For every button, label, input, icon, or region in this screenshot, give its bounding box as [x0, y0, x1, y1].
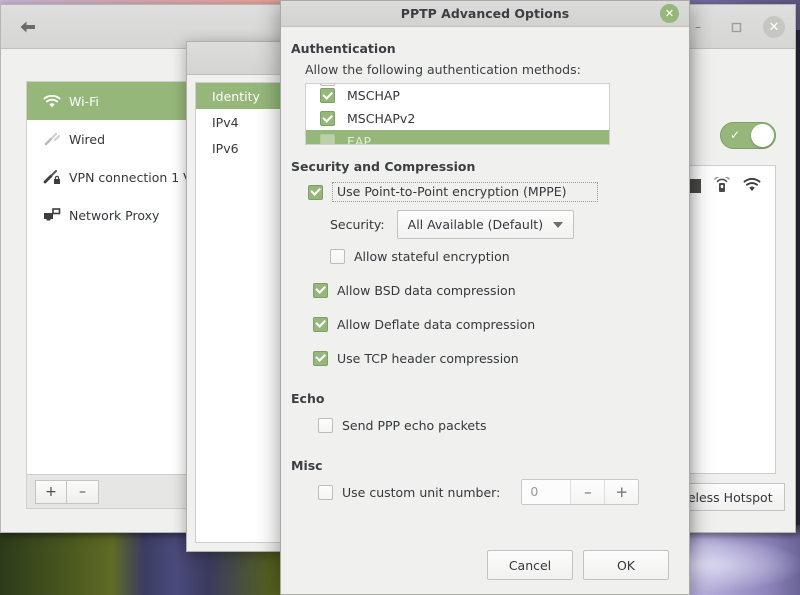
maximize-button[interactable] — [725, 16, 747, 38]
checkbox-icon[interactable] — [320, 111, 335, 126]
ppp-echo-row[interactable]: Send PPP echo packets — [318, 412, 669, 438]
bsd-compression-label: Allow BSD data compression — [337, 282, 516, 298]
checkbox-icon[interactable] — [313, 282, 328, 298]
security-combo-row: Security: All Available (Default) — [330, 210, 669, 239]
dialog-footer: Cancel OK — [281, 536, 689, 594]
spinner-decrement-button[interactable]: – — [570, 480, 605, 504]
stateful-encryption-row[interactable]: Allow stateful encryption — [330, 243, 669, 269]
security-select[interactable]: All Available (Default) — [396, 210, 575, 239]
auth-method-eap[interactable]: EAP — [306, 130, 609, 145]
wifi-strength-icon — [743, 177, 761, 195]
sidebar-item-label: Wi-Fi — [69, 93, 99, 109]
checkbox-icon[interactable] — [320, 84, 335, 86]
auth-method-label: MSCHAP — [347, 88, 400, 103]
tcp-header-compression-row[interactable]: Use TCP header compression — [313, 345, 669, 371]
auth-method-label: MSCHAPv2 — [347, 111, 416, 126]
remove-connection-button[interactable]: – — [67, 479, 99, 504]
screen: – ✕ Wi-Fi Wired VPN connection 1 VPN Net… — [0, 0, 800, 595]
pptp-advanced-options-dialog: PPTP Advanced Options ✕ Authentication A… — [280, 0, 690, 595]
security-section-title: Security and Compression — [291, 159, 476, 174]
dialog-title: PPTP Advanced Options — [400, 6, 570, 21]
chevron-down-icon — [553, 221, 564, 228]
mppe-option-label: Use Point-to-Point encryption (MPPE) — [332, 182, 598, 202]
authentication-methods-list[interactable]: CHAP MSCHAP MSCHAPv2 EAP — [305, 83, 610, 145]
add-connection-button[interactable]: + — [35, 479, 67, 504]
auth-method-mschap[interactable]: MSCHAP — [306, 84, 609, 107]
auth-method-mschapv2[interactable]: MSCHAPv2 — [306, 107, 609, 130]
security-select-value: All Available (Default) — [407, 217, 544, 232]
dialog-titlebar: PPTP Advanced Options ✕ — [281, 1, 689, 27]
deflate-compression-row[interactable]: Allow Deflate data compression — [313, 311, 669, 337]
toggle-knob — [751, 124, 774, 147]
wifi-power-toggle[interactable]: ✓ — [720, 122, 776, 149]
custom-unit-row[interactable]: Use custom unit number: 0 – + — [318, 479, 669, 505]
custom-unit-spinner[interactable]: 0 – + — [521, 479, 640, 505]
checkbox-icon[interactable] — [313, 316, 328, 332]
close-button[interactable]: ✕ — [763, 16, 785, 38]
deflate-compression-label: Allow Deflate data compression — [337, 316, 536, 332]
toggle-check-icon: ✓ — [730, 128, 741, 142]
tcp-header-compression-label: Use TCP header compression — [337, 350, 519, 366]
sidebar-item-label: Wired — [69, 131, 106, 147]
spinner-increment-button[interactable]: + — [604, 480, 639, 504]
auth-method-label: CHAP — [347, 84, 381, 86]
custom-unit-value[interactable]: 0 — [522, 480, 571, 504]
authentication-section-title: Authentication — [291, 41, 396, 56]
dialog-body: Authentication Allow the following authe… — [281, 27, 689, 536]
checkbox-icon[interactable] — [318, 417, 333, 433]
minimize-button[interactable]: – — [687, 16, 709, 38]
dialog-close-button[interactable]: ✕ — [660, 4, 679, 23]
back-arrow-icon[interactable] — [15, 14, 41, 40]
sidebar-item-label: Network Proxy — [69, 207, 160, 223]
bsd-compression-row[interactable]: Allow BSD data compression — [313, 277, 669, 303]
network-proxy-icon — [43, 207, 69, 223]
vpn-lock-icon — [43, 169, 69, 185]
wired-icon — [43, 132, 69, 147]
custom-unit-label: Use custom unit number: — [342, 484, 501, 500]
checkbox-icon[interactable] — [320, 88, 335, 103]
checkbox-icon[interactable] — [330, 248, 345, 264]
checkbox-icon[interactable] — [320, 134, 335, 144]
auth-method-label: EAP — [347, 134, 371, 145]
wifi-icon — [43, 94, 69, 108]
echo-section-title: Echo — [291, 391, 325, 406]
ok-button[interactable]: OK — [583, 550, 669, 580]
hotspot-device-icon — [713, 174, 731, 196]
mppe-option-row[interactable]: Use Point-to-Point encryption (MPPE) — [308, 180, 598, 204]
window-controls: – ✕ — [687, 5, 785, 49]
security-label: Security: — [330, 217, 385, 232]
checkbox-icon[interactable] — [318, 484, 333, 500]
authentication-description: Allow the following authentication metho… — [305, 62, 581, 77]
ppp-echo-label: Send PPP echo packets — [342, 417, 487, 433]
checkbox-icon[interactable] — [308, 184, 323, 200]
cancel-button[interactable]: Cancel — [487, 550, 573, 580]
misc-section-title: Misc — [291, 458, 323, 473]
checkbox-icon[interactable] — [313, 350, 328, 366]
stateful-encryption-label: Allow stateful encryption — [354, 248, 510, 264]
